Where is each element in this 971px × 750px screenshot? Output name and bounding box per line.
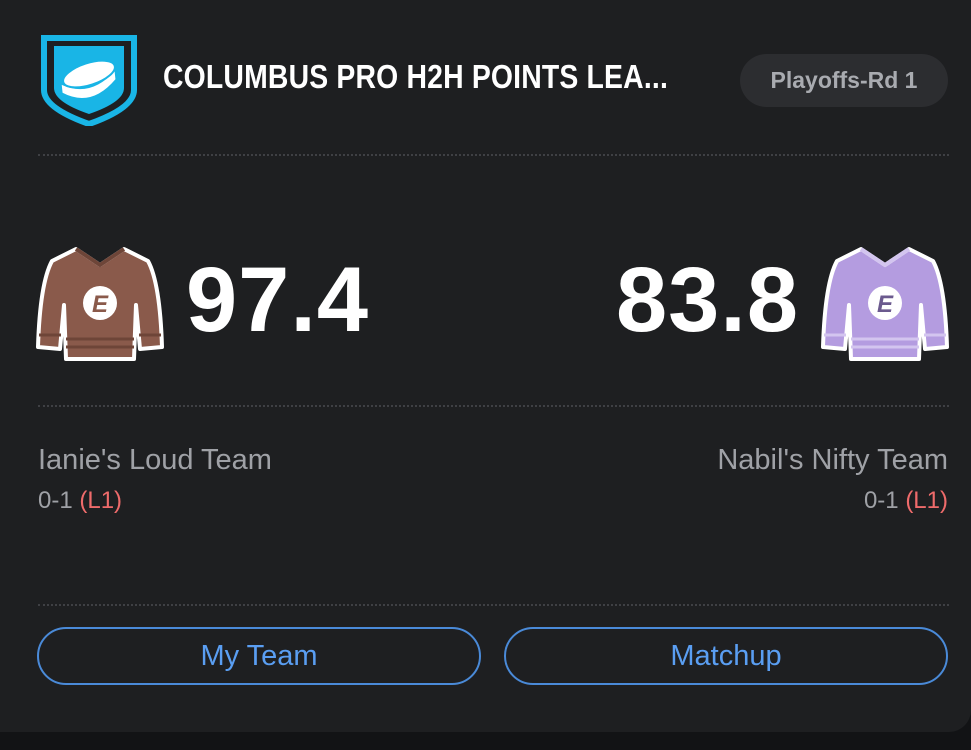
away-record-value: 0-1 <box>863 487 899 514</box>
away-jersey-icon: E <box>821 247 949 361</box>
away-record: 0-1 (L1) <box>864 487 948 515</box>
divider <box>38 405 949 407</box>
home-streak: (L1) <box>79 487 123 514</box>
my-team-button[interactable]: My Team <box>37 627 481 685</box>
matchup-button[interactable]: Matchup <box>504 627 948 685</box>
away-team-name[interactable]: Nabil's Nifty Team <box>717 444 948 477</box>
hockey-puck-shield-icon <box>41 35 137 126</box>
round-badge: Playoffs-Rd 1 <box>740 54 948 107</box>
home-team-name[interactable]: Ianie's Loud Team <box>38 444 272 477</box>
home-record: 0-1 (L1) <box>38 487 122 515</box>
home-score: 97.4 <box>186 249 370 351</box>
divider <box>38 154 949 156</box>
away-score: 83.8 <box>615 249 799 351</box>
away-streak: (L1) <box>905 487 948 514</box>
matchup-card: COLUMBUS PRO H2H POINTS LEA... Playoffs-… <box>0 0 971 732</box>
home-record-value: 0-1 <box>38 487 73 514</box>
league-title: COLUMBUS PRO H2H POINTS LEA... <box>163 58 669 95</box>
svg-text:E: E <box>92 291 109 318</box>
svg-text:E: E <box>877 291 894 318</box>
home-jersey-icon: E <box>36 247 164 361</box>
divider <box>38 604 949 606</box>
